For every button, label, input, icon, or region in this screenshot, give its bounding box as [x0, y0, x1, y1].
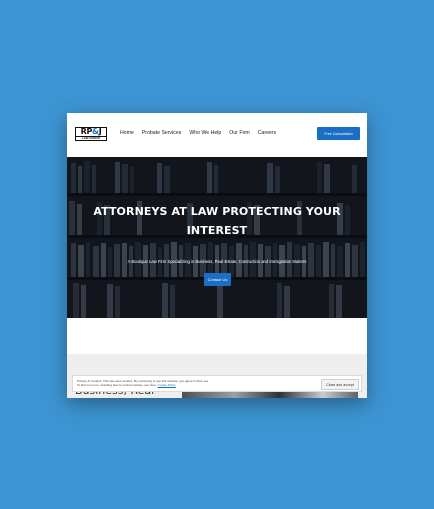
site-header: RP&J LAW GROUP Home Probate Services Who… [67, 113, 367, 157]
site-logo[interactable]: RP&J LAW GROUP [75, 127, 107, 141]
hero-title-line-2: INTEREST [186, 224, 248, 237]
hero-title-line-1: ATTORNEYS AT LAW PROTECTING YOUR [93, 205, 341, 218]
section-spacer [67, 318, 367, 354]
close-and-accept-button[interactable]: Close and accept [321, 379, 359, 390]
logo-text: RP&J [80, 126, 102, 136]
hero-subtitle: A Boutique Law Firm Specializing in Busi… [127, 259, 307, 264]
hero-section: ATTORNEYS AT LAW PROTECTING YOUR INTERES… [67, 157, 367, 318]
nav-item-our-firm[interactable]: Our Firm [229, 130, 249, 136]
nav-item-careers[interactable]: Careers [258, 130, 276, 136]
website-screenshot: RP&J LAW GROUP Home Probate Services Who… [67, 113, 367, 398]
free-consultation-button[interactable]: Free Consultation [317, 127, 360, 140]
nav-item-home[interactable]: Home [120, 130, 134, 136]
nav-item-who-we-help[interactable]: Who We Help [189, 130, 221, 136]
cookie-banner: Privacy & Cookies: This site uses cookie… [72, 375, 362, 392]
cookie-notice-line-2: To find out more, including how to contr… [77, 383, 176, 388]
cookie-policy-link[interactable]: Cookie Policy [158, 383, 176, 387]
contact-us-button[interactable]: Contact Us [204, 273, 231, 286]
cookie-notice-text: Privacy & Cookies: This site uses cookie… [77, 379, 277, 387]
main-nav: Home Probate Services Who We Help Our Fi… [120, 130, 276, 136]
nav-item-probate-services[interactable]: Probate Services [142, 130, 182, 136]
logo-subtitle: LAW GROUP [76, 135, 106, 141]
hero-title: ATTORNEYS AT LAW PROTECTING YOUR INTERES… [67, 202, 367, 240]
